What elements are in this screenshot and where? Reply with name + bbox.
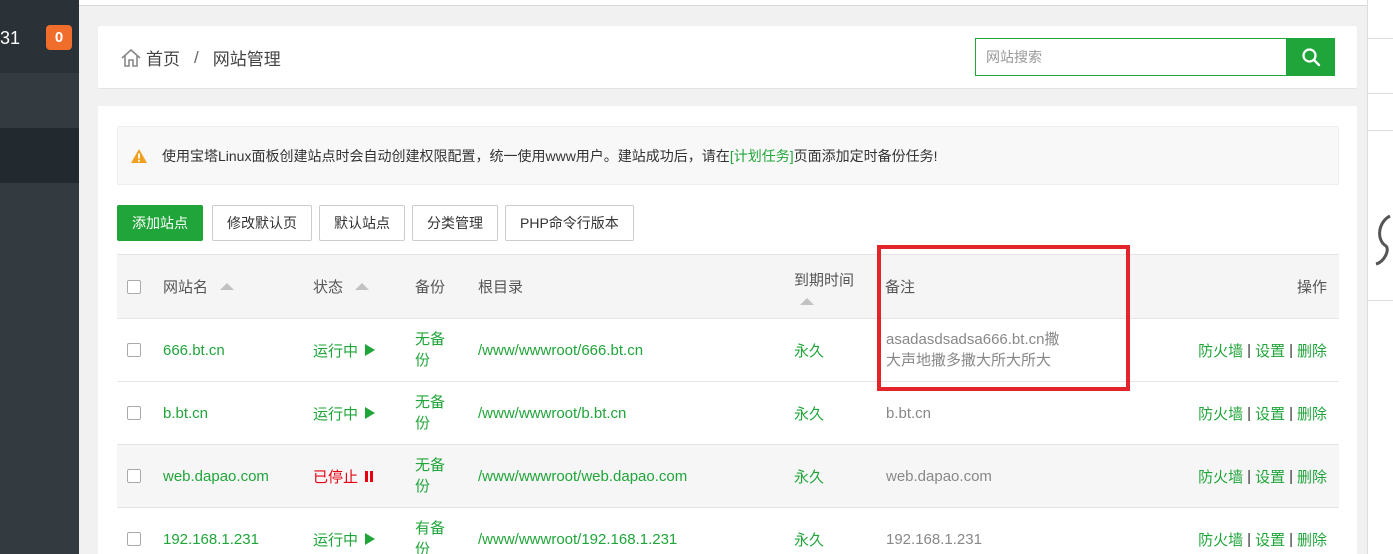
root-dir-link[interactable]: /www/wwwroot/666.bt.cn [478,319,643,381]
header-expire[interactable]: 到期时间 [794,255,854,318]
home-icon[interactable] [120,48,142,68]
firewall-link[interactable]: 防火墙 [1198,529,1243,550]
row-checkbox[interactable] [127,406,141,420]
remark-text[interactable]: web.dapao.com [886,445,992,507]
table-row: 666.bt.cn 运行中 无备份 /www/wwwroot/666.bt.cn… [117,319,1339,382]
sidebar-item[interactable] [0,73,79,128]
search-button[interactable] [1286,38,1335,76]
schedule-task-link[interactable]: [计划任务] [730,146,794,166]
expire-date[interactable]: 永久 [794,319,824,381]
root-dir-link[interactable]: /www/wwwroot/web.dapao.com [478,445,687,507]
pause-icon [365,470,375,482]
status-stopped[interactable]: 已停止 [313,445,375,507]
breadcrumb-current: 网站管理 [212,50,281,69]
table-row: 192.168.1.231 运行中 有备份 /www/wwwroot/192.1… [117,508,1339,554]
page-header: 首页 / 网站管理 [98,26,1357,88]
expire-date[interactable]: 永久 [794,445,824,507]
status-running[interactable]: 运行中 [313,319,376,381]
notice-text: 使用宝塔Linux面板创建站点时会自动创建权限配置，统一使用www用户。建站成功… [162,147,730,164]
settings-link[interactable]: 设置 [1255,466,1285,487]
backup-link[interactable]: 有备份 [415,508,445,554]
expire-date[interactable]: 永久 [794,508,824,554]
play-icon [365,344,376,356]
breadcrumb: 首页 / 网站管理 [120,45,281,70]
header-backup: 备份 [415,279,446,296]
delete-link[interactable]: 删除 [1297,529,1327,550]
sort-up-icon[interactable] [355,283,370,290]
highlight-box [877,245,1130,391]
header-root: 根目录 [478,279,524,296]
root-dir-link[interactable]: /www/wwwroot/192.168.1.231 [478,508,677,554]
delete-link[interactable]: 删除 [1297,403,1327,424]
main-panel: 使用宝塔Linux面板创建站点时会自动创建权限配置，统一使用www用户。建站成功… [98,106,1357,554]
delete-link[interactable]: 删除 [1297,340,1327,361]
sidebar-header: 31 0 [0,0,79,73]
firewall-link[interactable]: 防火墙 [1198,403,1243,424]
row-checkbox[interactable] [127,469,141,483]
decorative-icon [1375,214,1391,266]
row-actions: 防火墙 | 设置 | 删除 [1198,340,1327,361]
warning-icon [131,148,147,163]
add-site-button[interactable]: 添加站点 [117,205,203,241]
row-checkbox[interactable] [127,532,141,546]
header-name[interactable]: 网站名 [163,255,235,318]
notification-badge[interactable]: 0 [46,25,72,50]
site-table: 网站名 状态 备份 根目录 到期时间 备注 操作 666.bt.cn 运行中 无… [117,254,1339,554]
backup-link[interactable]: 无备份 [415,319,445,381]
row-checkbox[interactable] [127,343,141,357]
header-status[interactable]: 状态 [313,255,370,318]
breadcrumb-separator: / [194,47,199,67]
table-row: web.dapao.com 已停止 无备份 /www/wwwroot/web.d… [117,445,1339,508]
backup-link[interactable]: 无备份 [415,445,445,507]
table-row: b.bt.cn 运行中 无备份 /www/wwwroot/b.bt.cn 永久 … [117,382,1339,445]
sidebar-item-active[interactable] [0,128,79,183]
select-all-checkbox[interactable] [127,279,141,294]
search-box [975,38,1335,76]
sort-up-icon[interactable] [220,283,235,290]
remark-text[interactable]: b.bt.cn [886,382,931,444]
table-header: 网站名 状态 备份 根目录 到期时间 备注 操作 [117,255,1339,319]
play-icon [365,407,376,419]
row-actions: 防火墙 | 设置 | 删除 [1198,403,1327,424]
site-name-link[interactable]: web.dapao.com [163,445,269,507]
default-site-button[interactable]: 默认站点 [319,205,405,241]
status-running[interactable]: 运行中 [313,508,376,554]
row-actions: 防火墙 | 设置 | 删除 [1198,466,1327,487]
php-cli-version-button[interactable]: PHP命令行版本 [505,205,634,241]
category-manage-button[interactable]: 分类管理 [412,205,498,241]
play-icon [365,533,376,545]
backup-link[interactable]: 无备份 [415,382,445,444]
site-name-link[interactable]: 192.168.1.231 [163,508,259,554]
site-name-link[interactable]: 666.bt.cn [163,319,225,381]
notice-text-end: 页面添加定时备份任务! [793,147,938,164]
search-icon [1301,48,1320,67]
site-name-link[interactable]: b.bt.cn [163,382,208,444]
sort-up-icon[interactable] [800,297,814,305]
settings-link[interactable]: 设置 [1255,529,1285,550]
right-edge-panel [1367,0,1393,554]
expire-date[interactable]: 永久 [794,382,824,444]
toolbar: 添加站点 修改默认页 默认站点 分类管理 PHP命令行版本 [117,205,641,241]
delete-link[interactable]: 删除 [1297,466,1327,487]
firewall-link[interactable]: 防火墙 [1198,466,1243,487]
notice-bar: 使用宝塔Linux面板创建站点时会自动创建权限配置，统一使用www用户。建站成功… [117,126,1339,185]
settings-link[interactable]: 设置 [1255,403,1285,424]
sidebar-number: 31 [0,28,21,48]
firewall-link[interactable]: 防火墙 [1198,340,1243,361]
top-strip [79,0,1393,6]
remark-text[interactable]: 192.168.1.231 [886,508,982,554]
root-dir-link[interactable]: /www/wwwroot/b.bt.cn [478,382,626,444]
row-actions: 防火墙 | 设置 | 删除 [1198,529,1327,550]
breadcrumb-home[interactable]: 首页 [146,45,180,70]
header-actions: 操作 [1296,279,1327,296]
settings-link[interactable]: 设置 [1255,340,1285,361]
search-input[interactable] [975,38,1286,76]
status-running[interactable]: 运行中 [313,382,376,444]
sidebar: 31 0 [0,0,79,554]
edit-default-page-button[interactable]: 修改默认页 [212,205,312,241]
